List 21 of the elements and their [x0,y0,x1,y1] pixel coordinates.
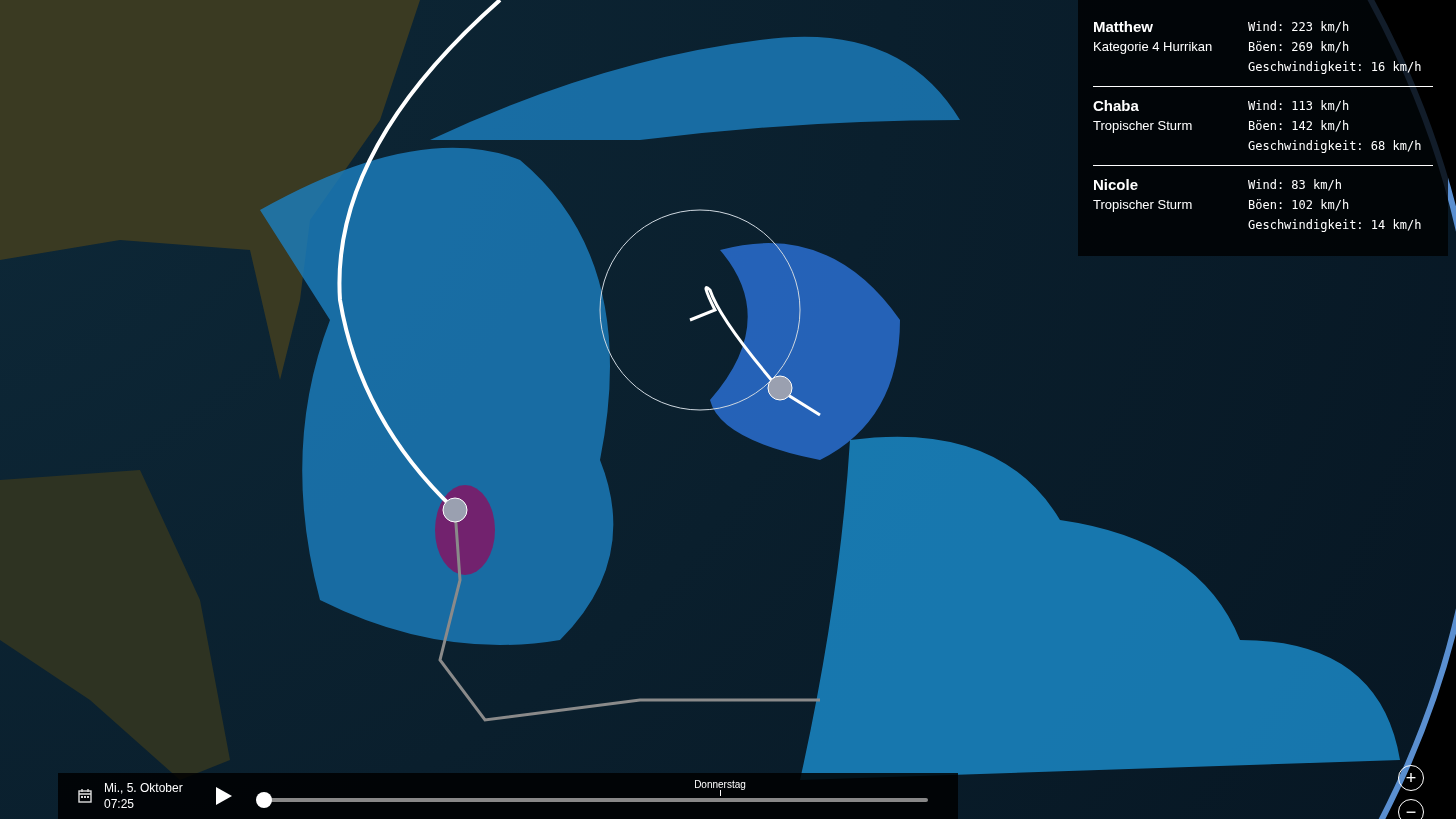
storm-category: Tropischer Sturm [1093,196,1194,214]
storm-name: Matthew [1093,17,1154,37]
time-label: 07:25 [104,796,136,812]
storm-name: Nicole [1093,175,1139,195]
storm-stat: Wind: 113 km/h [1248,98,1351,115]
storm-stat: Böen: 142 km/h [1248,118,1351,135]
storm-stat: Geschwindigkeit: 16 km/h [1248,59,1422,76]
storm-stat: Geschwindigkeit: 68 km/h [1248,138,1422,155]
day-label: Donnerstag [694,778,746,792]
storm-stat: Wind: 223 km/h [1248,19,1351,36]
storm-stat: Böen: 102 km/h [1248,197,1351,214]
date-label: Mi., 5. Oktober [104,780,184,796]
storm-category: Kategorie 4 Hurrikan [1093,38,1214,56]
calendar-icon [78,789,92,803]
storm-stat: Böen: 269 km/h [1248,39,1351,56]
storm-category: Tropischer Sturm [1093,117,1194,135]
storm-stat: Wind: 83 km/h [1248,177,1343,194]
timeline-thumb[interactable] [256,792,272,808]
storm-name: Chaba [1093,96,1140,116]
storm-stat: Geschwindigkeit: 14 km/h [1248,217,1422,234]
play-icon[interactable] [216,787,232,805]
